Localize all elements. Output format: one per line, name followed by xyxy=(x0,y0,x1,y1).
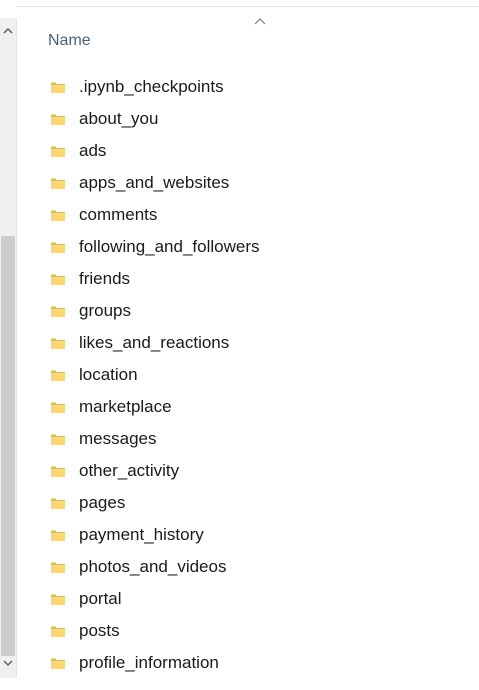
file-row[interactable]: posts xyxy=(44,615,464,647)
file-name: following_and_followers xyxy=(79,237,260,256)
file-name: likes_and_reactions xyxy=(79,333,230,352)
file-row[interactable]: location xyxy=(44,359,464,391)
sort-ascending-icon xyxy=(254,18,266,25)
folder-icon xyxy=(50,463,66,479)
file-name: apps_and_websites xyxy=(79,173,230,192)
file-row[interactable]: about_you xyxy=(44,103,464,135)
file-explorer-pane: Name .ipynb_checkpoints about_youads apps_… xyxy=(0,0,479,690)
file-row[interactable]: marketplace xyxy=(44,391,464,423)
file-name: profile_information xyxy=(79,653,219,672)
file-name: portal xyxy=(79,589,122,608)
file-name: marketplace xyxy=(79,397,172,416)
file-row[interactable]: portal xyxy=(44,583,464,615)
folder-icon xyxy=(50,143,66,159)
file-name: ads xyxy=(79,141,107,160)
folder-icon xyxy=(50,303,66,319)
file-name: comments xyxy=(79,205,158,224)
file-name: pages xyxy=(79,493,126,512)
folder-icon xyxy=(50,111,66,127)
file-name: groups xyxy=(79,301,131,320)
file-row[interactable]: .ipynb_checkpoints xyxy=(44,71,464,103)
folder-icon xyxy=(50,175,66,191)
folder-icon xyxy=(50,79,66,95)
folder-icon xyxy=(50,495,66,511)
file-row[interactable]: payment_history xyxy=(44,519,464,551)
folder-icon xyxy=(50,527,66,543)
file-name: .ipynb_checkpoints xyxy=(79,77,224,96)
folder-icon xyxy=(50,367,66,383)
file-row[interactable]: comments xyxy=(44,199,464,231)
file-name: messages xyxy=(79,429,157,448)
folder-icon xyxy=(50,239,66,255)
file-row[interactable]: profile_information xyxy=(44,647,464,679)
file-row[interactable]: likes_and_reactions xyxy=(44,327,464,359)
folder-icon xyxy=(50,399,66,415)
file-row[interactable]: following_and_followers xyxy=(44,231,464,263)
folder-icon xyxy=(50,623,66,639)
file-name: posts xyxy=(79,621,120,640)
folder-icon xyxy=(50,271,66,287)
file-row[interactable]: apps_and_websites xyxy=(44,167,464,199)
file-name: about_you xyxy=(79,109,159,128)
file-row[interactable]: messages xyxy=(44,423,464,455)
scroll-up-button[interactable] xyxy=(0,22,16,40)
name-column-header[interactable]: Name xyxy=(48,30,91,52)
file-row[interactable]: pages xyxy=(44,487,464,519)
file-name: friends xyxy=(79,269,131,288)
file-name: other_activity xyxy=(79,461,180,480)
file-name: photos_and_videos xyxy=(79,557,227,576)
folder-icon xyxy=(50,591,66,607)
vertical-scrollbar[interactable] xyxy=(0,18,17,678)
name-column-label: Name xyxy=(48,32,91,49)
scrollbar-thumb[interactable] xyxy=(1,236,15,656)
folder-icon xyxy=(50,335,66,351)
folder-icon xyxy=(50,655,66,671)
folder-icon xyxy=(50,207,66,223)
chevron-down-icon xyxy=(3,660,13,667)
scroll-down-button[interactable] xyxy=(0,654,16,672)
file-name: location xyxy=(79,365,138,384)
file-name: payment_history xyxy=(79,525,204,544)
folder-icon xyxy=(50,431,66,447)
file-row[interactable]: photos_and_videos xyxy=(44,551,464,583)
file-row[interactable]: other_activity xyxy=(44,455,464,487)
pane-top-border xyxy=(16,6,479,7)
folder-icon xyxy=(50,559,66,575)
file-row[interactable]: groups xyxy=(44,295,464,327)
file-row[interactable]: ads xyxy=(44,135,464,167)
file-row[interactable]: friends xyxy=(44,263,464,295)
file-list: .ipynb_checkpoints about_youads apps_and_w… xyxy=(44,71,464,679)
chevron-up-icon xyxy=(3,27,13,34)
